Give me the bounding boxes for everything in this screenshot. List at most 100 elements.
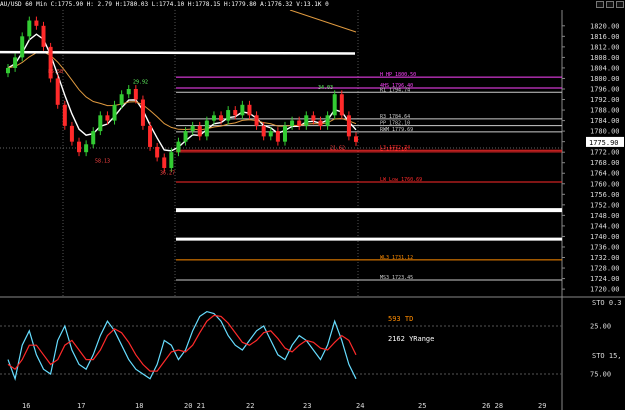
- candle-body: [34, 20, 39, 26]
- y-tick-label: 1800.00: [590, 75, 620, 83]
- level-label: RWM 1779.69: [380, 127, 413, 133]
- candles: [6, 16, 358, 172]
- price-annotation: 85.58: [48, 69, 63, 75]
- candle-body: [268, 131, 273, 137]
- y-tick-label: 1780.00: [590, 128, 620, 136]
- candle-body: [275, 131, 280, 142]
- ema-long-line: [0, 50, 356, 55]
- x-tick-label: 16: [22, 402, 30, 410]
- level-label: MS3 1723.45: [380, 275, 413, 281]
- candle-body: [169, 152, 174, 168]
- candle-body: [155, 146, 160, 158]
- close-button[interactable]: [616, 1, 624, 8]
- candle-body: [204, 120, 209, 137]
- candle-body: [41, 25, 46, 47]
- minimize-button[interactable]: [596, 1, 604, 8]
- candle-body: [282, 125, 287, 142]
- sto-d-line: [7, 314, 357, 372]
- candle-body: [176, 141, 181, 153]
- last-price-label: 1775.90: [589, 139, 619, 147]
- candle-body: [6, 67, 10, 74]
- y-tick-label: 1788.00: [590, 107, 620, 115]
- candle-body: [98, 115, 103, 132]
- level-label: R3 1784.64: [380, 114, 410, 120]
- candle-body: [325, 115, 330, 126]
- y-tick-label: 1768.00: [590, 159, 620, 167]
- time-axis: 16 17 18 20 21 22 23 24 25 26 28 29: [22, 402, 546, 410]
- sto-top-label: STO 0.3: [592, 299, 622, 307]
- x-tick-label: 23: [303, 402, 311, 410]
- sto-mid-label: STO 15,: [592, 352, 622, 360]
- y-tick-label: 1760.00: [590, 180, 620, 188]
- sto-td-label: 593 TD: [388, 315, 413, 323]
- candle-body: [233, 110, 238, 116]
- candle-body: [105, 115, 110, 121]
- candle-body: [332, 94, 337, 116]
- y-tick-label: 1744.00: [590, 222, 620, 230]
- x-tick-label: 29: [538, 402, 546, 410]
- candle-body: [55, 78, 60, 105]
- candle-body: [62, 104, 67, 126]
- candle-body: [290, 120, 295, 126]
- y-tick-label: 1804.00: [590, 64, 620, 72]
- candle-body: [197, 125, 202, 137]
- candle-body: [190, 125, 195, 132]
- sto-yrange-label: 2162 YRange: [388, 335, 434, 343]
- y-tick-label: 1752.00: [590, 201, 620, 209]
- level-label: LW Low 1760.69: [380, 177, 422, 183]
- candle-body: [304, 115, 309, 126]
- candle-body: [346, 115, 351, 137]
- y-tick-label: 1724.00: [590, 275, 620, 283]
- candle-body: [27, 20, 32, 37]
- level-label: PP 1782.10: [380, 121, 410, 127]
- candle-body: [261, 125, 266, 137]
- stochastic-panel: 25.00 75.00 593 TD 2162 YRange STO 0.3 STO 15…: [0, 299, 622, 381]
- x-tick-label: 22: [246, 402, 254, 410]
- candle-body: [297, 120, 302, 126]
- candle-body: [162, 157, 167, 168]
- y-tick-label: 1792.00: [590, 96, 620, 104]
- chart-header: AU/USD 60 Min C:1775.90 H: 2.79 H:1780.0…: [0, 0, 625, 10]
- candle-body: [91, 131, 96, 145]
- ema-slow-line: [7, 51, 357, 131]
- price-axis: 1820.00 1816.00 1812.00 1808.00 1804.00 1800.…: [562, 22, 624, 294]
- price-annotation: 58.13: [95, 159, 110, 165]
- x-tick-label: 18: [135, 402, 143, 410]
- level-label: R1 1794.74: [380, 87, 410, 93]
- candle-body: [126, 88, 131, 95]
- y-tick-label: 1820.00: [590, 22, 620, 30]
- candle-body: [354, 136, 358, 142]
- candle-body: [13, 57, 18, 68]
- candle-body: [20, 36, 25, 58]
- sto-level-label: 75.00: [590, 371, 611, 379]
- candle-body: [140, 99, 145, 126]
- level-label: L 1772.10: [380, 147, 407, 153]
- y-tick-label: 1756.00: [590, 191, 620, 199]
- candle-body: [226, 110, 231, 121]
- candle-body: [247, 104, 252, 116]
- x-tick-label: 25: [418, 402, 426, 410]
- y-tick-label: 1796.00: [590, 85, 620, 93]
- y-tick-label: 1764.00: [590, 170, 620, 178]
- y-tick-label: 1748.00: [590, 212, 620, 220]
- candle-body: [119, 94, 124, 105]
- price-annotation: 21.62: [330, 146, 345, 152]
- candle-body: [339, 94, 344, 116]
- y-tick-label: 1720.00: [590, 286, 620, 294]
- ema-slow-upper-line: [289, 9, 357, 33]
- maximize-button[interactable]: [606, 1, 614, 8]
- x-tick-label: 26 28: [482, 402, 503, 410]
- x-tick-label: 20 21: [184, 402, 205, 410]
- moving-averages: [0, 9, 357, 152]
- price-annotation: 34.03: [318, 85, 333, 91]
- price-annotation: 36.27: [160, 171, 175, 177]
- header-text: AU/USD 60 Min C:1775.90 H: 2.79 H:1780.0…: [0, 1, 329, 8]
- level-lines: H HP 1800.504HS 1796.40R1 1794.74R3 1784…: [176, 72, 562, 281]
- sto-level-label: 25.00: [590, 323, 611, 331]
- y-tick-label: 1728.00: [590, 265, 620, 273]
- x-tick-label: 17: [77, 402, 85, 410]
- candle-body: [112, 104, 117, 121]
- level-label: WL3 1731.12: [380, 255, 413, 261]
- price-chart: H HP 1800.504HS 1796.40R1 1794.74R3 1784…: [0, 9, 625, 410]
- y-tick-label: 1772.00: [590, 149, 620, 157]
